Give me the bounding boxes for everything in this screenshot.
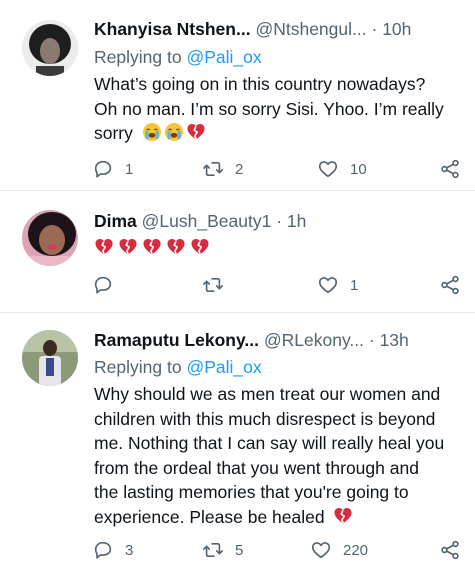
tweet[interactable]: Ramaputu Lekony... @RLekony... · 13h Rep… <box>0 313 475 576</box>
reply-icon <box>94 160 112 178</box>
like-button[interactable]: 10 <box>317 158 367 180</box>
heart-icon <box>318 161 338 178</box>
loudly-crying-face-emoji <box>164 122 184 142</box>
like-button[interactable]: 220 <box>310 539 368 561</box>
retweet-button[interactable] <box>202 274 224 296</box>
retweet-count: 5 <box>235 541 244 559</box>
tweet-text-line: What’s going on in this country nowadays… <box>94 74 426 94</box>
share-button[interactable] <box>439 539 461 561</box>
tweet[interactable]: Dima @Lush_Beauty1 · 1h 1 <box>0 191 475 313</box>
heart-icon <box>311 542 331 559</box>
tweet-text <box>94 236 460 261</box>
tweet-text-line: the lasting memories that you're going t… <box>94 482 409 502</box>
avatar-image <box>22 20 78 76</box>
broken-heart-emoji <box>186 122 206 142</box>
display-name[interactable]: Khanyisa Ntshen... <box>94 19 251 39</box>
retweet-button[interactable]: 2 <box>202 158 243 180</box>
like-button[interactable]: 1 <box>317 274 358 296</box>
tweet-header: Khanyisa Ntshen... @Ntshengul... · 10h <box>94 19 411 40</box>
reply-icon <box>94 276 112 294</box>
replying-to-label: Replying to <box>94 47 182 67</box>
retweet-icon <box>203 162 223 176</box>
like-count: 10 <box>350 160 367 178</box>
tweet-actions: 3 5 220 <box>92 539 462 565</box>
tweet-text-line: Oh no man. I’m so sorry Sisi. Yhoo. I’m … <box>94 98 444 119</box>
broken-heart-emoji <box>190 237 210 257</box>
tweet-text: Why should we as men treat our women and… <box>94 382 460 529</box>
display-name[interactable]: Ramaputu Lekony... <box>94 330 259 350</box>
tweet-text-line: children with this much disrespect is be… <box>94 408 436 429</box>
timestamp[interactable]: 1h <box>287 211 306 231</box>
tweet-header: Ramaputu Lekony... @RLekony... · 13h <box>94 330 409 351</box>
heart-icon <box>318 277 338 294</box>
user-handle[interactable]: @Lush_Beauty1 <box>142 211 272 231</box>
reply-icon <box>94 541 112 559</box>
broken-heart-emoji <box>94 237 114 257</box>
share-button[interactable] <box>439 158 461 180</box>
retweet-icon <box>203 543 223 557</box>
tweet-text-line: from the ordeal that you went through an… <box>94 457 419 478</box>
replying-to: Replying to @Pali_ox <box>94 357 262 378</box>
like-count: 220 <box>343 541 369 559</box>
reply-count: 1 <box>125 160 134 178</box>
user-handle[interactable]: @Ntshengul... <box>255 19 366 39</box>
like-count: 1 <box>350 276 359 294</box>
reply-count: 3 <box>125 541 134 559</box>
retweet-icon <box>203 278 223 292</box>
separator-dot: · <box>371 19 378 39</box>
timestamp[interactable]: 10h <box>382 19 411 39</box>
broken-heart-emoji <box>118 237 138 257</box>
broken-heart-emoji <box>166 237 186 257</box>
retweet-button[interactable]: 5 <box>202 539 243 561</box>
share-icon <box>441 540 459 560</box>
share-icon <box>441 159 459 179</box>
avatar-image <box>22 330 78 386</box>
replying-to: Replying to @Pali_ox <box>94 47 262 68</box>
broken-heart-emoji <box>333 506 353 526</box>
reply-button[interactable]: 1 <box>92 158 133 180</box>
tweet-text-line: me. Nothing that I can say will really h… <box>94 433 445 453</box>
reply-button[interactable]: 3 <box>92 539 133 561</box>
tweet-text: What’s going on in this country nowadays… <box>94 72 460 146</box>
tweet-actions: 1 2 10 <box>92 158 462 184</box>
avatar[interactable] <box>22 210 78 266</box>
tweet-header: Dima @Lush_Beauty1 · 1h <box>94 211 306 232</box>
tweet-text-line: experience. Please be healed <box>94 505 460 530</box>
share-icon <box>441 275 459 295</box>
user-handle[interactable]: @RLekony... <box>264 330 364 350</box>
separator-dot: · <box>276 211 283 231</box>
tweet-text-line: Why should we as men treat our women and <box>94 384 441 404</box>
separator-dot: · <box>368 330 375 350</box>
avatar[interactable] <box>22 330 78 386</box>
tweet[interactable]: Khanyisa Ntshen... @Ntshengul... · 10h R… <box>0 0 475 191</box>
avatar-image <box>22 210 78 266</box>
mention-link[interactable]: @Pali_ox <box>186 47 261 67</box>
avatar[interactable] <box>22 20 78 76</box>
retweet-count: 2 <box>235 160 244 178</box>
replying-to-label: Replying to <box>94 357 182 377</box>
reply-button[interactable] <box>92 274 114 296</box>
share-button[interactable] <box>439 274 461 296</box>
display-name[interactable]: Dima <box>94 211 137 231</box>
broken-heart-emoji <box>142 237 162 257</box>
tweet-actions: 1 <box>92 274 462 300</box>
loudly-crying-face-emoji <box>142 122 162 142</box>
mention-link[interactable]: @Pali_ox <box>186 357 261 377</box>
timestamp[interactable]: 13h <box>380 330 409 350</box>
tweet-text-line: sorry <box>94 121 460 146</box>
